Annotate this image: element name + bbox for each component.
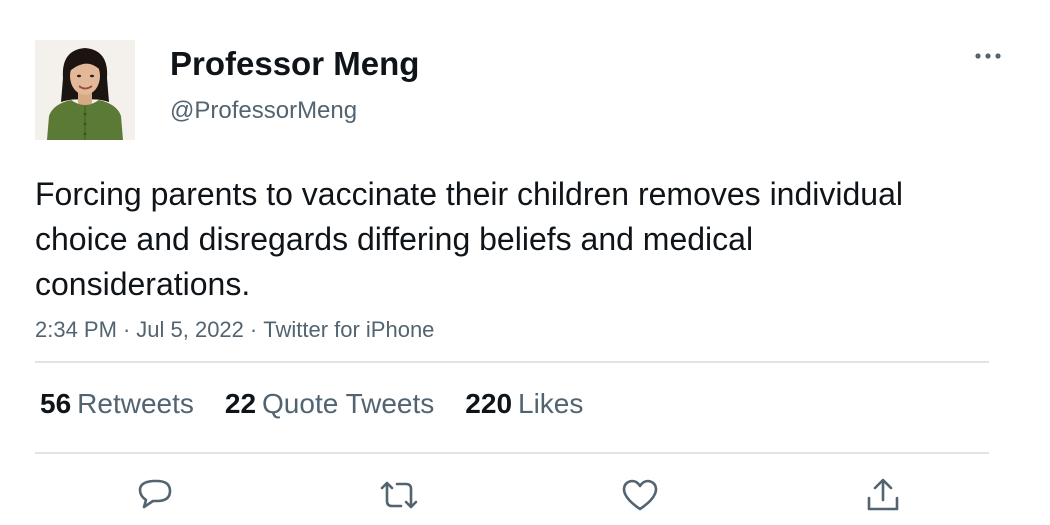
author-handle[interactable]: @ProfessorMeng [170, 96, 357, 126]
quote-tweets-stat[interactable]: 22 Quote Tweets [225, 386, 434, 422]
divider [35, 452, 989, 454]
tweet-actions [0, 470, 1050, 520]
likes-label: Likes [518, 388, 584, 419]
avatar-image [35, 40, 135, 140]
quote-tweets-label: Quote Tweets [262, 388, 435, 419]
avatar[interactable] [35, 40, 135, 140]
meta-separator: · [122, 317, 131, 342]
reply-icon [138, 479, 172, 509]
reply-button[interactable] [130, 470, 180, 520]
retweets-stat[interactable]: 56 Retweets [40, 386, 194, 422]
likes-count: 220 [465, 388, 513, 419]
quote-tweets-count: 22 [224, 388, 257, 419]
retweet-icon [380, 481, 418, 509]
tweet-source[interactable]: Twitter for iPhone [263, 317, 434, 342]
meta-separator: · [249, 317, 258, 342]
like-button[interactable] [615, 470, 665, 520]
retweets-label: Retweets [77, 388, 194, 419]
retweets-count: 56 [40, 388, 72, 419]
tweet-meta: 2:34 PM · Jul 5, 2022 · Twitter for iPhone [35, 315, 434, 345]
tweet-time[interactable]: 2:34 PM [35, 317, 117, 342]
retweet-button[interactable] [374, 470, 424, 520]
divider [35, 361, 989, 363]
tweet-date[interactable]: Jul 5, 2022 [136, 317, 244, 342]
tweet-stats: 56 Retweets 22 Quote Tweets 220 Likes [40, 386, 614, 422]
share-button[interactable] [858, 470, 908, 520]
share-icon [867, 478, 899, 511]
heart-icon [622, 479, 658, 511]
likes-stat[interactable]: 220 Likes [465, 386, 583, 422]
more-options-button[interactable] [968, 44, 1008, 68]
tweet-text: Forcing parents to vaccinate their child… [35, 176, 903, 302]
author-display-name[interactable]: Professor Meng [170, 42, 419, 86]
more-horizontal-icon [975, 53, 1001, 59]
